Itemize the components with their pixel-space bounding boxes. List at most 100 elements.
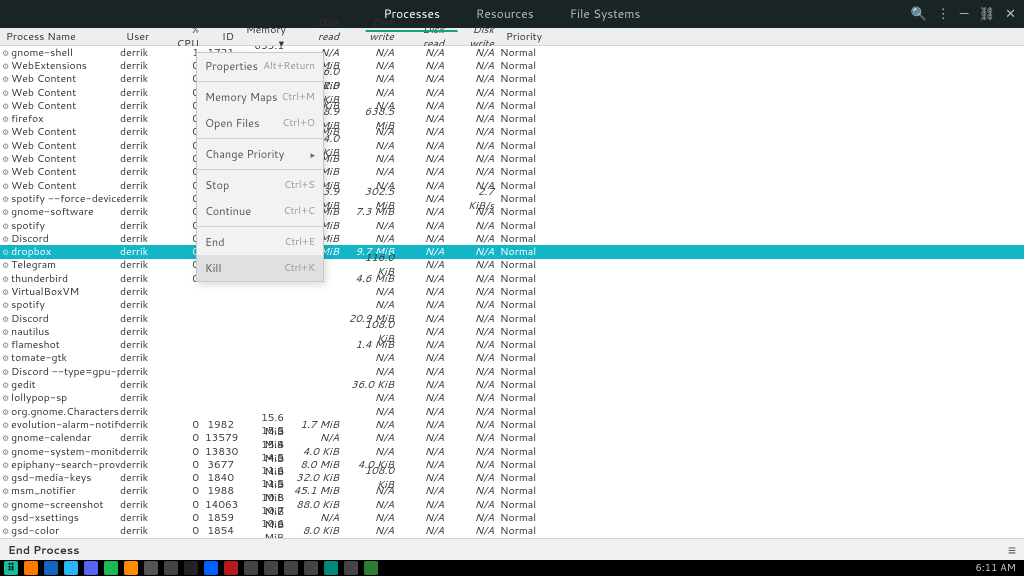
dw-cell: N/A (450, 272, 500, 286)
taskbar-telegram-icon[interactable] (64, 561, 78, 575)
pri-cell: Normal (500, 72, 550, 86)
table-row[interactable]: ⚙spotify --force-device-scale-faderrik09… (0, 192, 1024, 205)
taskbar-vlc-icon[interactable] (124, 561, 138, 575)
process-context-menu[interactable]: PropertiesAlt+ReturnMemory MapsCtrl+MOpe… (196, 52, 324, 282)
table-row[interactable]: ⚙VirtualBoxVMderrikN/AN/AN/ANormal (0, 285, 1024, 298)
taskbar-app-icon[interactable] (304, 561, 318, 575)
drt-cell: 88.0 KiB (290, 498, 345, 512)
table-row[interactable]: ⚙Web Contentderrik03153168.9 MiB4.8 MiBN… (0, 179, 1024, 192)
close-icon[interactable]: ✕ (1005, 5, 1016, 23)
table-row[interactable]: ⚙geditderrik36.0 KiBN/AN/ANormal (0, 378, 1024, 391)
tab-file-systems[interactable]: File Systems (552, 0, 659, 32)
taskbar-app-icon[interactable] (244, 561, 258, 575)
table-row[interactable]: ⚙Web Contentderrik04862265.8 MiB84.0 KiB… (0, 99, 1024, 112)
menu-label: Open Files (205, 115, 260, 131)
table-row[interactable]: ⚙Discordderrik02239147.3 MiB17.5 MiBN/AN… (0, 232, 1024, 245)
taskbar-app-icon[interactable] (284, 561, 298, 575)
table-row[interactable]: ⚙thunderbirdderrik04.6 MiBN/AN/ANormal (0, 272, 1024, 285)
taskbar-spotify-icon[interactable] (104, 561, 118, 575)
table-row[interactable]: ⚙Web Contentderrik04071245.7 MiB1.5 MiBN… (0, 126, 1024, 139)
menu-item-stop[interactable]: StopCtrl+S (197, 172, 323, 198)
table-row[interactable]: ⚙lollypop-spderrikN/AN/AN/ANormal (0, 392, 1024, 405)
user-cell: derrik (120, 458, 165, 472)
table-row[interactable]: ⚙spotifyderrik09310152.3 MiB42.0 MiBN/AN… (0, 219, 1024, 232)
menu-item-memory-maps[interactable]: Memory MapsCtrl+M (197, 84, 323, 110)
taskbar-steam-icon[interactable] (184, 561, 198, 575)
table-row[interactable]: ⚙evolution-alarm-notifyderrik0198215.6 M… (0, 418, 1024, 431)
process-icon: ⚙ (2, 47, 9, 59)
table-row[interactable]: ⚙gsd-media-keysderrik0184011.6 MiB32.0 K… (0, 472, 1024, 485)
taskbar-discord-icon[interactable] (84, 561, 98, 575)
col-process-name[interactable]: Process Name (0, 28, 120, 46)
table-row[interactable]: ⚙tomate-gtkderrikN/AN/AN/ANormal (0, 352, 1024, 365)
taskbar-app-icon[interactable] (224, 561, 238, 575)
process-icon: ⚙ (2, 206, 9, 218)
table-row[interactable]: ⚙Discord --type=gpu-process --derrikN/AN… (0, 365, 1024, 378)
table-row[interactable]: ⚙msm_notifierderrik0198811.5 MiB45.1 MiB… (0, 485, 1024, 498)
process-table[interactable]: ⚙gnome-shellderrik11721633.1 MiBN/AN/AN/… (0, 46, 1024, 538)
table-row[interactable]: ⚙gnome-shellderrik11721633.1 MiBN/AN/AN/… (0, 46, 1024, 59)
col-user[interactable]: User (120, 28, 165, 46)
table-row[interactable]: ⚙Discordderrik20.9 MiBN/AN/ANormal (0, 312, 1024, 325)
table-row[interactable]: ⚙WebExtensionsderrik02963376.2 MiB11.8 M… (0, 59, 1024, 72)
table-row[interactable]: ⚙gnome-screenshotderrik01406310.8 MiB88.… (0, 498, 1024, 511)
table-row[interactable]: ⚙org.gnome.Characters.BackgroderrikN/AN/… (0, 405, 1024, 418)
table-row[interactable]: ⚙gnome-softwarederrik01991159.6 MiB27.5 … (0, 206, 1024, 219)
menu-item-kill[interactable]: KillCtrl+K (197, 255, 323, 281)
table-row[interactable]: ⚙flameshotderrik1.4 MiBN/AN/ANormal (0, 339, 1024, 352)
table-row[interactable]: ⚙Web Contentderrik02795185.7 MiB7.1 MiBN… (0, 152, 1024, 165)
taskbar-app-icon[interactable] (264, 561, 278, 575)
process-icon: ⚙ (2, 499, 9, 511)
start-menu-icon[interactable]: ⠿ (4, 561, 18, 575)
end-process-button[interactable]: End Process (8, 542, 79, 558)
table-row[interactable]: ⚙Web Contentderrik04019230.2 MiB124.0 Ki… (0, 139, 1024, 152)
taskbar-files-icon[interactable] (364, 561, 378, 575)
table-row[interactable]: ⚙epiphany-search-providerderrik0367714.5… (0, 458, 1024, 471)
tab-processes[interactable]: Processes (366, 0, 458, 32)
search-icon[interactable]: 🔍 (911, 5, 927, 23)
user-cell: derrik (120, 418, 165, 432)
table-row[interactable]: ⚙Telegramderrik0116.0 KiBN/AN/ANormal (0, 259, 1024, 272)
taskbar-dropbox-icon[interactable] (204, 561, 218, 575)
taskbar-gedit-icon[interactable] (144, 561, 158, 575)
table-row[interactable]: ⚙gnome-calendarderrik01357915.5 MiBN/AN/… (0, 432, 1024, 445)
table-row[interactable]: ⚙Web Contentderrik03184281.4 MiB856.0 Ki… (0, 73, 1024, 86)
menu-icon[interactable]: ⋮ (937, 5, 950, 23)
menu-item-change-priority[interactable]: Change Priority▸ (197, 141, 323, 167)
table-row[interactable]: ⚙gsd-colorderrik0185410.6 MiB8.0 KiBN/AN… (0, 525, 1024, 538)
dwt-cell: 36.0 KiB (345, 378, 400, 392)
table-row[interactable]: ⚙Web Contentderrik03178267.7 MiB372.0 Ki… (0, 86, 1024, 99)
taskbar-firefox-icon[interactable] (24, 561, 38, 575)
process-icon: ⚙ (2, 73, 9, 85)
menu-item-open-files[interactable]: Open FilesCtrl+O (197, 110, 323, 136)
process-icon: ⚙ (2, 220, 9, 232)
minimize-icon[interactable]: — (960, 5, 969, 23)
cpu-cell: 0 (165, 498, 205, 512)
id-cell: 1840 (205, 471, 240, 485)
table-row[interactable]: ⚙dropboxderrik01989141.3 MiB89.0 MiB9.7 … (0, 245, 1024, 258)
link-icon[interactable]: ⛓ (979, 5, 996, 23)
menu-item-properties[interactable]: PropertiesAlt+Return (197, 53, 323, 79)
col-id[interactable]: ID (205, 28, 240, 46)
table-row[interactable]: ⚙firefoxderrik02725261.1 MiB288.9 MiB638… (0, 112, 1024, 125)
table-row[interactable]: ⚙Web Contentderrik03171181.1 MiB1.2 MiBN… (0, 166, 1024, 179)
hamburger-icon[interactable]: ≡ (1008, 540, 1016, 560)
table-row[interactable]: ⚙gsd-xsettingsderrik0185910.7 MiBN/AN/AN… (0, 511, 1024, 524)
dr-cell: N/A (400, 258, 450, 272)
process-name-cell: epiphany-search-provider (11, 458, 120, 472)
taskbar-app-icon[interactable] (164, 561, 178, 575)
pri-cell: Normal (500, 99, 550, 113)
menu-item-end[interactable]: EndCtrl+E (197, 229, 323, 255)
table-row[interactable]: ⚙nautilusderrik108.0 KiBN/AN/ANormal (0, 325, 1024, 338)
tab-resources[interactable]: Resources (458, 0, 552, 32)
taskbar-app-icon[interactable] (324, 561, 338, 575)
user-cell: derrik (120, 86, 165, 100)
menu-accel: Alt+Return (263, 59, 315, 73)
table-row[interactable]: ⚙gnome-system-monitorderrik01383015.4 Mi… (0, 445, 1024, 458)
titlebar: Processes Resources File Systems 🔍 ⋮ — ⛓… (0, 0, 1024, 28)
taskbar-thunderbird-icon[interactable] (44, 561, 58, 575)
table-row[interactable]: ⚙spotifyderrikN/AN/AN/ANormal (0, 299, 1024, 312)
menu-item-continue[interactable]: ContinueCtrl+C (197, 198, 323, 224)
dr-cell: N/A (400, 219, 450, 233)
taskbar-app-icon[interactable] (344, 561, 358, 575)
